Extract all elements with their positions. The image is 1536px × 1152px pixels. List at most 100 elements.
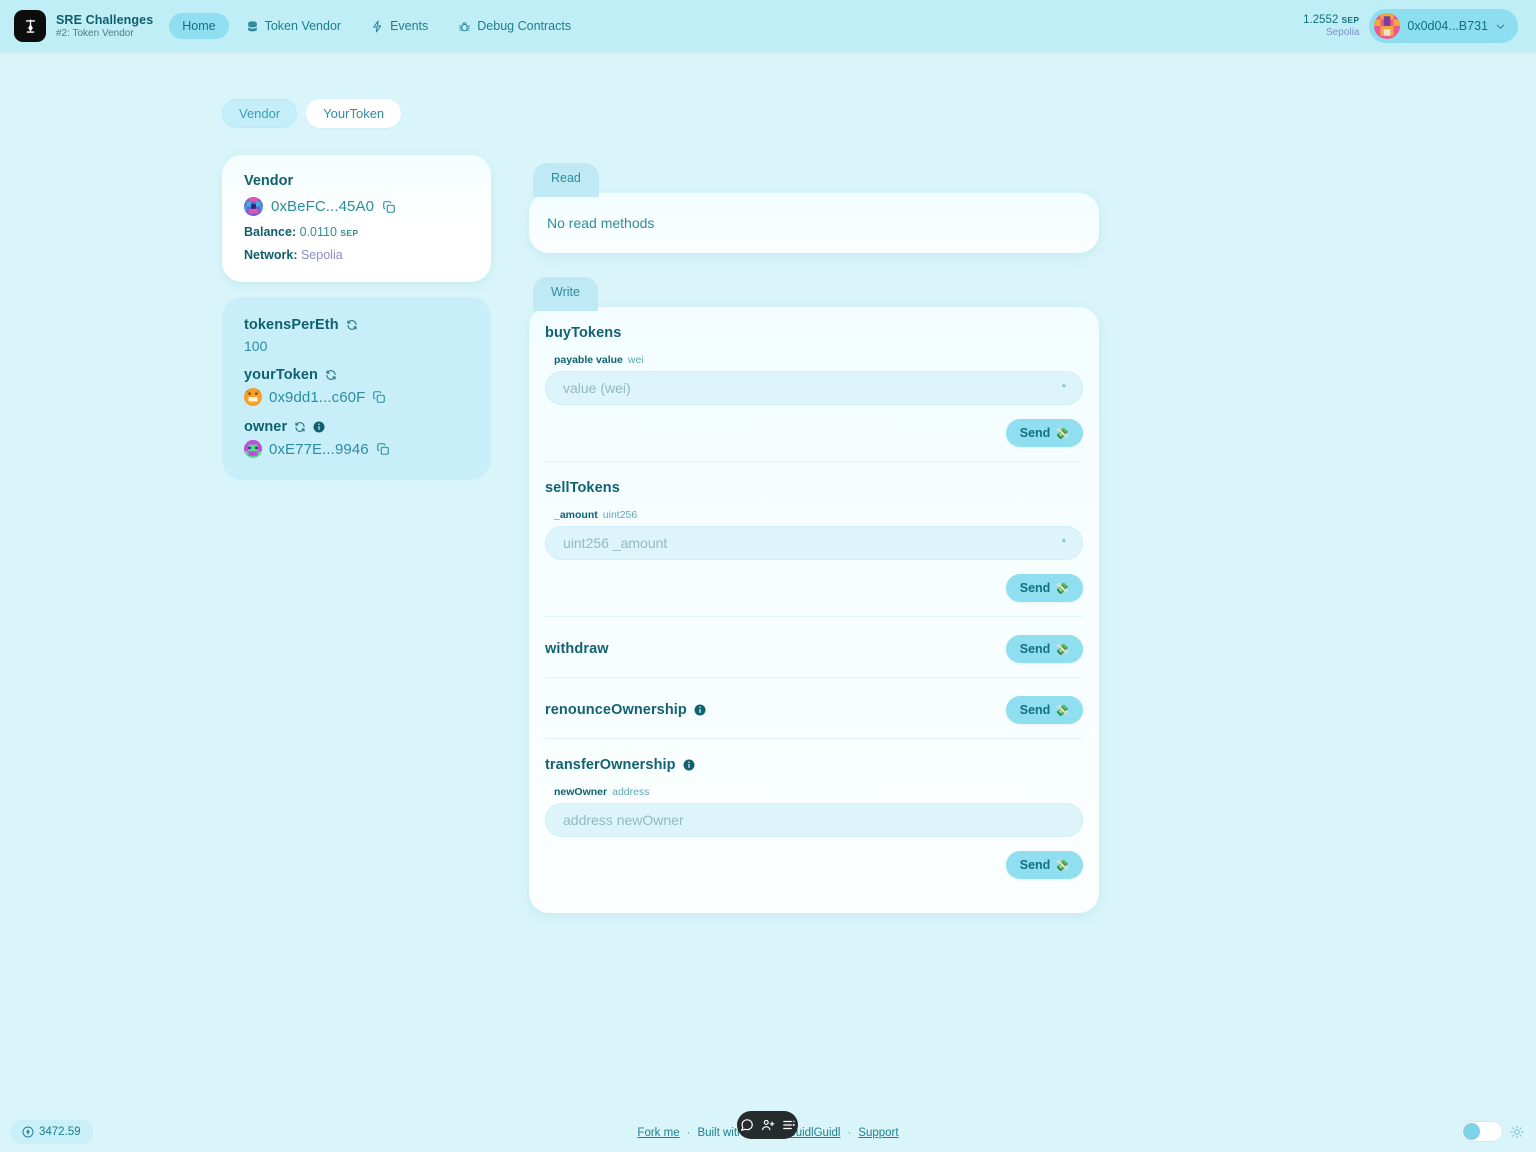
argument-type: uint256 — [603, 509, 637, 521]
function-header: buyTokens — [545, 325, 1083, 341]
database-icon — [246, 20, 259, 33]
theme-toggle-switch[interactable] — [1461, 1121, 1503, 1142]
nav-label-events: Events — [390, 19, 428, 33]
state-name-row: tokensPerEth — [244, 317, 469, 333]
scaffold-eth-logo-icon[interactable] — [14, 10, 46, 42]
chevron-down-icon[interactable] — [1495, 21, 1506, 32]
input-placeholder: address newOwner — [563, 812, 684, 828]
sun-icon[interactable] — [1510, 1125, 1524, 1139]
function-name: transferOwnership — [545, 757, 676, 773]
refresh-icon[interactable] — [346, 319, 358, 331]
balance-value: 0.0110 — [300, 225, 337, 239]
function-name: renounceOwnership — [545, 702, 687, 718]
state-address-row: 0xE77E...9946 — [244, 440, 469, 458]
state-item-owner: owner 0xE77E...9946 — [244, 419, 469, 458]
info-icon[interactable] — [313, 421, 325, 433]
vendor-network-row: Network: Sepolia — [244, 248, 469, 262]
refresh-icon[interactable] — [294, 421, 306, 433]
transferownership-newowner-input[interactable]: address newOwner — [545, 803, 1083, 837]
write-body: buyTokens payable valuewei value (wei) *… — [529, 307, 1099, 913]
vendor-card-title: Vendor — [244, 173, 469, 189]
write-function-renounceownership: renounceOwnership Send 💸 — [545, 677, 1083, 738]
brand[interactable]: SRE Challenges #2: Token Vendor — [14, 10, 153, 42]
send-label: Send — [1020, 642, 1051, 656]
nav-label-token-vendor: Token Vendor — [265, 19, 341, 33]
function-name: sellTokens — [545, 480, 620, 496]
chat-bubble-icon[interactable] — [740, 1118, 754, 1132]
send-label: Send — [1020, 858, 1051, 872]
support-link[interactable]: Support — [858, 1127, 898, 1139]
argument-name: newOwner — [554, 786, 607, 798]
money-with-wings-icon: 💸 — [1055, 643, 1069, 656]
send-button-transferownership[interactable]: Send 💸 — [1006, 851, 1083, 879]
argument-label: _amountuint256 — [554, 509, 1083, 521]
write-function-selltokens: sellTokens _amountuint256 uint256 _amoun… — [545, 461, 1083, 616]
nav-item-token-vendor[interactable]: Token Vendor — [233, 13, 354, 39]
send-button-selltokens[interactable]: Send 💸 — [1006, 574, 1083, 602]
send-row: Send 💸 — [545, 419, 1083, 447]
lightning-icon — [371, 20, 384, 33]
tab-vendor[interactable]: Vendor — [222, 99, 297, 128]
state-value: 0x9dd1...c60F — [269, 389, 365, 406]
send-button-renounceownership[interactable]: Send 💸 — [1006, 696, 1083, 724]
nav-item-home[interactable]: Home — [169, 13, 228, 39]
argument-name: payable value — [554, 354, 623, 366]
argument-type: address — [612, 786, 649, 798]
argument-label: payable valuewei — [554, 354, 1083, 366]
tab-yourtoken[interactable]: YourToken — [306, 99, 401, 128]
send-button-withdraw[interactable]: Send 💸 — [1006, 635, 1083, 663]
send-button-buytokens[interactable]: Send 💸 — [1006, 419, 1083, 447]
nav-label-home: Home — [182, 19, 215, 33]
money-with-wings-icon: 💸 — [1055, 582, 1069, 595]
buytokens-value-input[interactable]: value (wei) * — [545, 371, 1083, 405]
network-name: Sepolia — [1303, 27, 1359, 39]
account-button[interactable]: 0x0d04...B731 — [1369, 9, 1518, 43]
function-header: withdraw Send 💸 — [545, 635, 1083, 663]
vendor-address: 0xBeFC...45A0 — [271, 198, 374, 215]
balance-label: Balance: — [244, 225, 296, 239]
blockie-avatar — [1374, 13, 1400, 39]
list-icon[interactable] — [782, 1118, 796, 1132]
write-section: Write buyTokens payable valuewei value (… — [529, 277, 1099, 913]
main-nav: Home Token Vendor Events Debug Contracts — [169, 13, 584, 39]
balance-unit: SEP — [340, 228, 358, 238]
vendor-address-row: 0xBeFC...45A0 — [244, 197, 469, 216]
nav-item-debug-contracts[interactable]: Debug Contracts — [445, 13, 584, 39]
state-name-row: yourToken — [244, 367, 469, 383]
state-address-row: 0x9dd1...c60F — [244, 388, 469, 406]
state-value: 100 — [244, 338, 469, 354]
fork-me-link[interactable]: Fork me — [637, 1127, 679, 1139]
write-tab[interactable]: Write — [533, 277, 598, 311]
money-with-wings-icon: 💸 — [1055, 427, 1069, 440]
brand-title: SRE Challenges — [56, 13, 153, 27]
send-row: Send 💸 — [545, 851, 1083, 879]
function-header: transferOwnership — [545, 757, 1083, 773]
money-with-wings-icon: 💸 — [1055, 704, 1069, 717]
info-icon[interactable] — [683, 759, 695, 771]
selltokens-amount-input[interactable]: uint256 _amount * — [545, 526, 1083, 560]
read-body: No read methods — [529, 193, 1099, 253]
app-header: SRE Challenges #2: Token Vendor Home Tok… — [0, 0, 1536, 52]
blockie-avatar — [244, 440, 262, 458]
read-section: Read No read methods — [529, 163, 1099, 253]
info-icon[interactable] — [694, 704, 706, 716]
function-header: sellTokens — [545, 480, 1083, 496]
copy-icon[interactable] — [382, 200, 396, 214]
blockie-avatar — [244, 388, 262, 406]
state-item-yourtoken: yourToken 0x9dd1...c60F — [244, 367, 469, 406]
refresh-icon[interactable] — [325, 369, 337, 381]
add-person-icon[interactable] — [761, 1118, 775, 1132]
account-address: 0x0d04...B731 — [1407, 19, 1488, 33]
copy-icon[interactable] — [376, 442, 390, 456]
write-function-transferownership: transferOwnership newOwner address addres… — [545, 738, 1083, 893]
balance-unit: SEP — [1341, 15, 1359, 25]
read-tab[interactable]: Read — [533, 163, 599, 197]
copy-icon[interactable] — [372, 390, 386, 404]
wallet-balance[interactable]: 1.2552 SEP Sepolia — [1303, 14, 1359, 39]
nav-item-events[interactable]: Events — [358, 13, 441, 39]
state-label: owner — [244, 419, 287, 435]
vendor-info-card: Vendor 0xBeFC...45A0 Balance: 0.0110 SEP… — [222, 155, 491, 282]
theme-controls — [1461, 1121, 1524, 1142]
state-value: 0xE77E...9946 — [269, 441, 369, 458]
balance-amount: 1.2552 — [1303, 14, 1338, 26]
